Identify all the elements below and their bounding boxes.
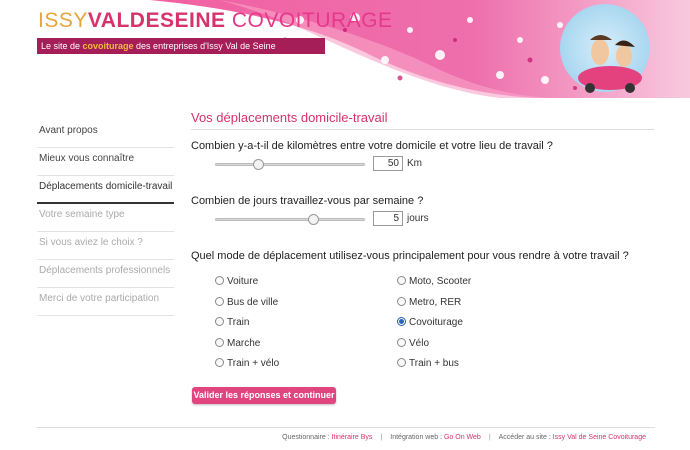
radio-button[interactable] <box>215 317 224 326</box>
km-slider-thumb[interactable] <box>252 159 264 170</box>
radio-button[interactable] <box>397 276 406 285</box>
days-slider[interactable] <box>215 214 365 225</box>
radio-button[interactable] <box>397 337 406 347</box>
footer: Questionnaire : Itinéraire Bys | Intégrati… <box>282 434 646 441</box>
km-slider[interactable] <box>215 159 365 170</box>
question-km-label: Combien y-a-t-il de kilomètres entre vot… <box>191 140 553 152</box>
radio-button[interactable] <box>215 276 224 285</box>
header-banner: ISSYVALDESEINE COVOITURAGE Le site de co… <box>0 0 690 98</box>
site-tagline: Le site de covoiturage des entreprises d… <box>37 38 325 54</box>
site-logo[interactable]: ISSYVALDESEINE COVOITURAGE <box>38 9 393 33</box>
sidebar-item-mieux-vous-connaitre[interactable]: Mieux vous connaître <box>37 148 174 176</box>
main-content: Vos déplacements domicile-travail Combie… <box>191 110 656 404</box>
radio-label: Vélo <box>409 337 430 349</box>
logo-part-covoiturage: COVOITURAGE <box>225 9 393 32</box>
km-unit: Km <box>407 158 422 169</box>
radio-label: Bus de ville <box>227 296 279 308</box>
radio-button[interactable] <box>397 358 406 367</box>
sidebar-item-votre-semaine-type: Votre semaine type <box>37 204 174 232</box>
sidebar-item-deplacements-domicile-travail[interactable]: Déplacements domicile-travail <box>37 176 174 204</box>
footer-separator: | <box>380 434 383 441</box>
radio-button[interactable] <box>397 317 406 326</box>
radio-option-moto-scooter[interactable]: Moto, Scooter <box>397 276 471 290</box>
footer-itineraire-bys-link[interactable]: Itinéraire Bys <box>332 434 373 441</box>
radio-option-train[interactable]: Train <box>215 317 249 331</box>
footer-go-on-web-link[interactable]: Go On Web <box>444 434 481 441</box>
days-input[interactable]: 5 <box>373 211 403 226</box>
radio-label: Covoiturage <box>409 317 463 328</box>
footer-divider <box>37 427 655 428</box>
radio-label: Metro, RER <box>409 296 462 308</box>
page-title: Vos déplacements domicile-travail <box>191 110 654 130</box>
footer-questionnaire-label: Questionnaire : <box>282 434 332 441</box>
radio-label: Voiture <box>227 276 259 287</box>
submit-button[interactable]: Valider les réponses et continuer <box>192 387 336 404</box>
footer-site-link[interactable]: Issy Val de Seine Covoiturage <box>553 434 646 441</box>
radio-option-train-velo[interactable]: Train + vélo <box>215 358 279 372</box>
logo-part-issy: ISSY <box>38 9 88 32</box>
footer-integration-label: Intégration web : <box>390 434 444 441</box>
radio-option-velo[interactable]: Vélo <box>397 337 430 352</box>
sidebar-item-si-vous-aviez-le-choix: Si vous aviez le choix ? <box>37 232 174 260</box>
days-slider-thumb[interactable] <box>308 214 320 225</box>
tagline-pre: Le site de <box>41 41 83 51</box>
logo-part-valdeseine: VALDESEINE <box>87 9 226 32</box>
radio-option-marche[interactable]: Marche <box>215 337 261 352</box>
radio-option-bus-de-ville[interactable]: Bus de ville <box>215 296 279 311</box>
radio-button[interactable] <box>215 358 224 367</box>
radio-label: Train <box>227 317 250 328</box>
sidebar-nav: Avant propos Mieux vous connaître Déplac… <box>37 120 174 316</box>
footer-separator: | <box>488 434 491 441</box>
sidebar-item-avant-propos[interactable]: Avant propos <box>37 120 174 148</box>
footer-access-label: Accéder au site : <box>498 434 553 441</box>
days-unit: jours <box>407 213 429 224</box>
radio-label: Marche <box>227 337 261 349</box>
radio-label: Moto, Scooter <box>409 276 472 287</box>
radio-option-metro-rer[interactable]: Metro, RER <box>397 296 462 311</box>
radio-option-train-bus[interactable]: Train + bus <box>397 358 459 372</box>
km-input[interactable]: 50 <box>373 156 403 171</box>
radio-button[interactable] <box>397 296 406 306</box>
radio-option-covoiturage[interactable]: Covoiturage <box>397 317 463 331</box>
radio-option-voiture[interactable]: Voiture <box>215 276 258 290</box>
tagline-post: des entreprises d'Issy Val de Seine <box>133 41 276 51</box>
question-mode-label: Quel mode de déplacement utilisez-vous p… <box>191 250 629 262</box>
radio-button[interactable] <box>215 337 224 347</box>
days-slider-track <box>215 218 365 221</box>
sidebar-item-deplacements-professionnels: Déplacements professionnels <box>37 260 174 288</box>
question-days-label: Combien de jours travaillez-vous par sem… <box>191 195 424 207</box>
radio-button[interactable] <box>215 296 224 306</box>
km-slider-track <box>215 163 365 166</box>
radio-label: Train + bus <box>409 358 459 369</box>
tagline-highlight: covoiturage <box>82 41 134 51</box>
sidebar-item-merci: Merci de votre participation <box>37 288 174 316</box>
radio-label: Train + vélo <box>227 358 280 369</box>
